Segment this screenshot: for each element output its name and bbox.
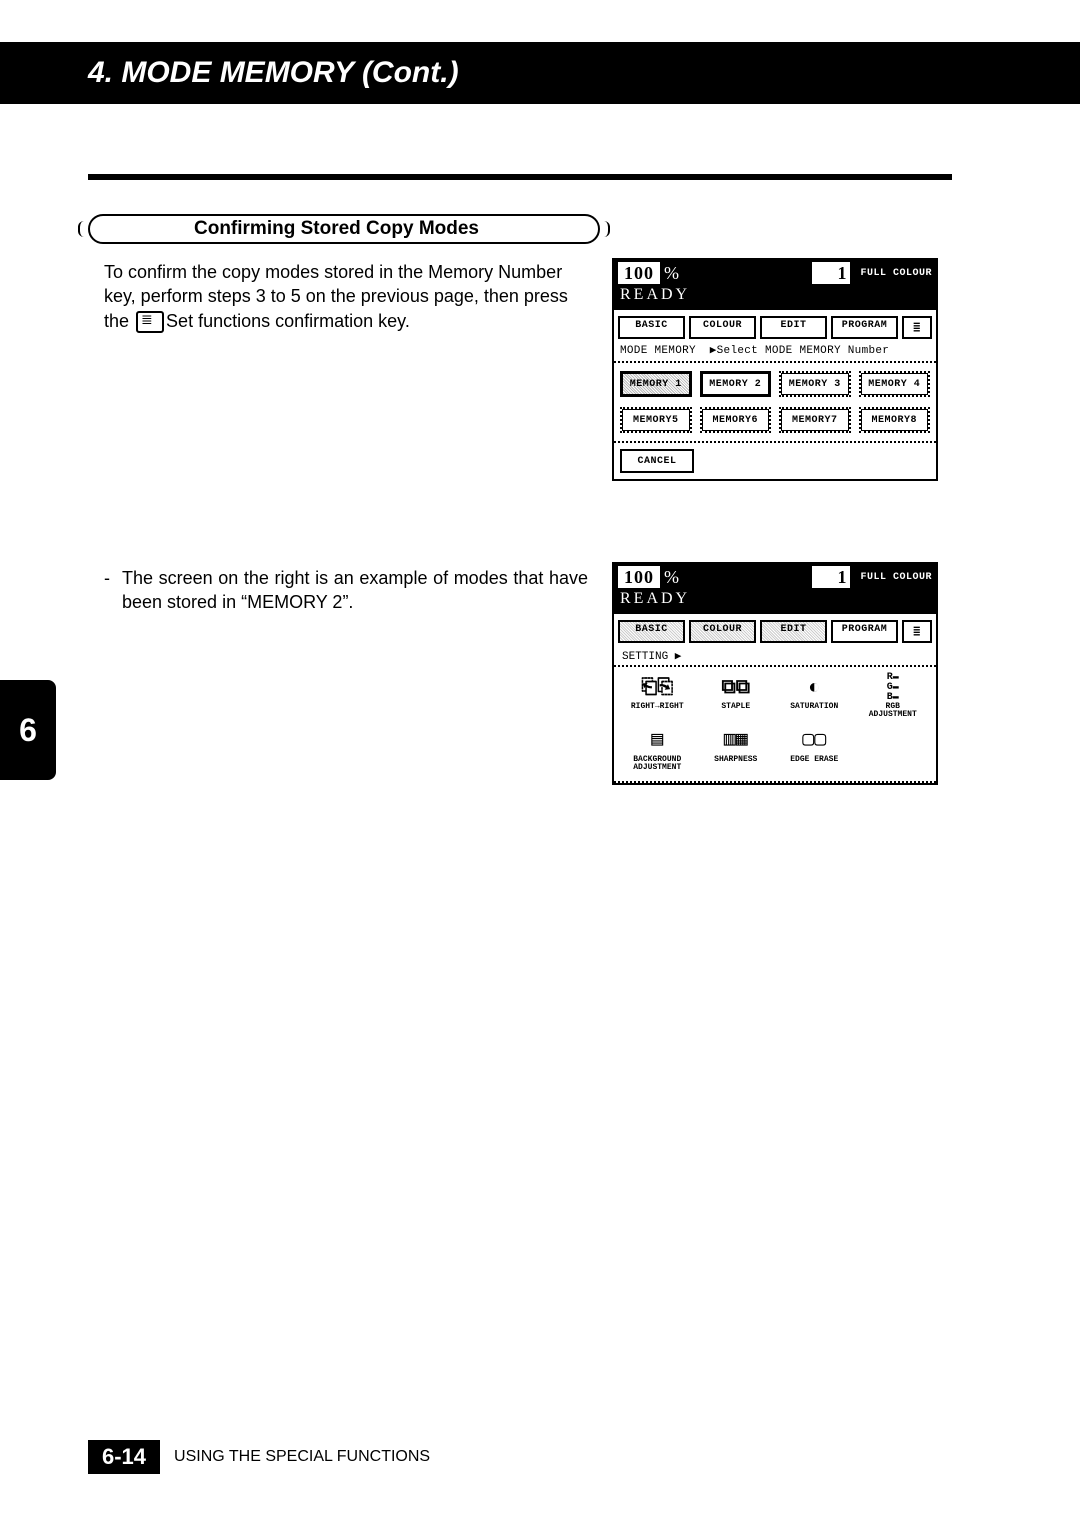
footer-label: USING THE SPECIAL FUNCTIONS [174,1448,430,1466]
lcd-panel-settings: 100 % 1 FULL COLOUR READY BASIC COLOUR E… [612,562,938,785]
cancel-button[interactable]: CANCEL [620,449,694,473]
keypad-icon [136,311,164,333]
zoom-unit: % [664,263,679,284]
orientation-icon: ⎗⎘ [639,673,675,703]
tab-special-icon-2[interactable] [902,620,932,643]
status-bar-2: 100 % 1 FULL COLOUR [614,564,936,590]
lcd-panel-memory-select: 100 % 1 FULL COLOUR READY BASIC COLOUR E… [612,258,938,481]
setting-background-adjust[interactable]: ▤ BACKGROUND ADJUSTMENT [618,724,697,775]
tab-edit[interactable]: EDIT [760,316,827,339]
chapter-header: 4. MODE MEMORY (Cont.) [0,42,1080,104]
setting-saturation[interactable]: ◐ SATURATION [775,671,854,722]
saturation-icon: ◐ [796,673,832,703]
intro-text-b: Set functions confirmation key. [166,311,410,331]
memory-2-button[interactable]: MEMORY 2 [700,371,772,397]
mode-memory-prompt: MODE MEMORY ▶Select MODE MEMORY Number [614,341,936,361]
bullet-dash: - [104,566,122,615]
memory-4-button[interactable]: MEMORY 4 [859,371,931,397]
setting-prompt: SETTING ▶ [614,645,936,665]
colour-mode-2: FULL COLOUR [860,572,932,583]
chapter-number: 6 [19,712,37,749]
memory-1-button[interactable]: MEMORY 1 [620,371,692,397]
rgb-icon: R▬G▬B▬ [875,673,911,703]
tab-edit-2[interactable]: EDIT [760,620,827,643]
staple-icon: ⧉⧉ [718,673,754,703]
zoom-value-2: 100 [618,566,660,588]
memory-grid: MEMORY 1 MEMORY 2 MEMORY 3 MEMORY 4 MEMO… [614,361,936,443]
example-note-text: The screen on the right is an example of… [122,566,588,615]
memory-6-button[interactable]: MEMORY6 [700,407,772,433]
tab-program-2[interactable]: PROGRAM [831,620,898,643]
ready-label: READY [614,286,936,310]
background-icon: ▤ [639,726,675,756]
section-heading: Confirming Stored Copy Modes [194,218,479,240]
setting-rgb-adjust[interactable]: R▬G▬B▬ RGB ADJUSTMENT [854,671,933,722]
divider-rule [88,174,952,180]
memory-7-button[interactable]: MEMORY7 [779,407,851,433]
tab-colour-2[interactable]: COLOUR [689,620,756,643]
setting-edge-erase[interactable]: ▢▢ EDGE ERASE [775,724,854,775]
page-footer: 6-14 USING THE SPECIAL FUNCTIONS [88,1440,430,1474]
zoom-unit-2: % [664,567,679,588]
tab-special-icon[interactable] [902,316,932,339]
tab-row: BASIC COLOUR EDIT PROGRAM [614,310,936,341]
ready-label-2: READY [614,590,936,614]
memory-3-button[interactable]: MEMORY 3 [779,371,851,397]
zoom-value: 100 [618,262,660,284]
settings-icon-grid: ⎗⎘ RIGHT→RIGHT ⧉⧉ STAPLE ◐ SATURATION R▬… [614,665,936,783]
edge-erase-icon: ▢▢ [796,726,832,756]
sharpness-icon: ▥▦ [718,726,754,756]
tab-basic-2[interactable]: BASIC [618,620,685,643]
memory-8-button[interactable]: MEMORY8 [859,407,931,433]
status-bar: 100 % 1 FULL COLOUR [614,260,936,286]
example-note: - The screen on the right is an example … [104,566,588,615]
chapter-thumb-tab: 6 [0,680,56,780]
setting-staple[interactable]: ⧉⧉ STAPLE [697,671,776,722]
tab-row-2: BASIC COLOUR EDIT PROGRAM [614,614,936,645]
tab-program[interactable]: PROGRAM [831,316,898,339]
memory-5-button[interactable]: MEMORY5 [620,407,692,433]
copy-count-2: 1 [812,566,850,588]
tab-basic[interactable]: BASIC [618,316,685,339]
colour-mode: FULL COLOUR [860,268,932,279]
intro-paragraph: To confirm the copy modes stored in the … [104,260,588,333]
setting-sharpness[interactable]: ▥▦ SHARPNESS [697,724,776,775]
setting-right-right[interactable]: ⎗⎘ RIGHT→RIGHT [618,671,697,722]
chapter-title: 4. MODE MEMORY (Cont.) [88,56,459,90]
page-number: 6-14 [88,1440,160,1474]
tab-colour[interactable]: COLOUR [689,316,756,339]
copy-count: 1 [812,262,850,284]
section-heading-pill: Confirming Stored Copy Modes [88,214,600,244]
